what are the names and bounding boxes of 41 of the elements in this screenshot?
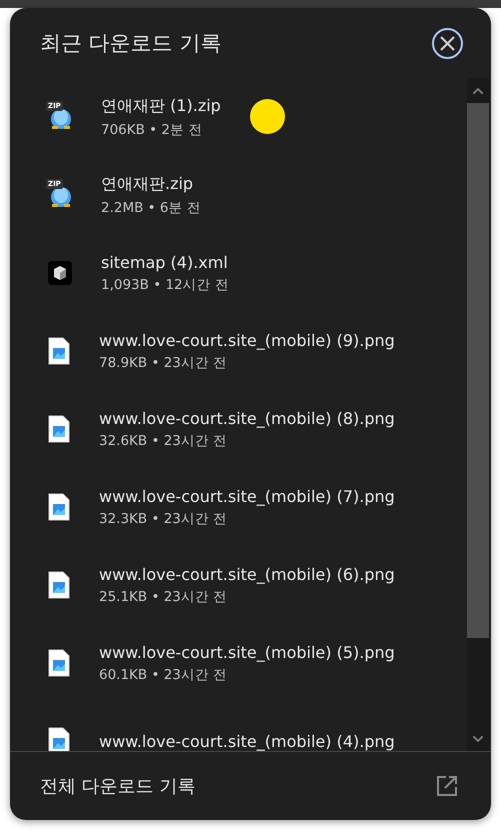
file-name: 연애재판 (1).zip [101,96,221,116]
scroll-thumb[interactable] [467,103,489,638]
download-item[interactable]: www.love-court.site_(mobile) (4).png [10,702,467,751]
download-item[interactable]: www.love-court.site_(mobile) (9).png 78.9KB • 23시간 전 [10,312,467,390]
file-name: www.love-court.site_(mobile) (5).png [99,642,395,662]
download-item[interactable]: www.love-court.site_(mobile) (6).png 25.1KB • 23시간 전 [10,546,467,624]
file-name: www.love-court.site_(mobile) (4).png [99,732,395,750]
image-file-icon [48,337,70,365]
close-icon[interactable] [438,34,457,52]
close-button[interactable] [432,28,463,58]
scrollbar[interactable] [467,78,489,751]
scroll-up-icon[interactable] [473,88,483,94]
image-file-icon [48,571,70,599]
image-file-icon [48,415,70,443]
file-name: www.love-court.site_(mobile) (8).png [99,408,395,428]
full-history-link[interactable]: 전체 다운로드 기록 [10,751,491,820]
file-details: 60.1KB • 23시간 전 [99,666,228,684]
file-details: 32.3KB • 23시간 전 [99,510,228,528]
file-details: 1,093B • 12시간 전 [101,276,229,294]
file-name: 연애재판.zip [101,174,194,194]
scroll-down-icon[interactable] [473,736,483,742]
file-details: 706KB • 2분 전 [101,120,204,138]
external-link-icon[interactable] [436,775,458,797]
file-name: www.love-court.site_(mobile) (9).png [99,330,395,350]
download-item[interactable]: www.love-court.site_(mobile) (5).png 60.1KB • 23시간 전 [10,624,467,702]
file-name: www.love-court.site_(mobile) (7).png [99,486,395,506]
file-name: www.love-court.site_(mobile) (6).png [99,564,395,584]
panel-title: 최근 다운로드 기록 [40,30,222,57]
file-details: 2.2MB • 6분 전 [101,198,201,216]
file-name: sitemap (4).xml [101,252,229,272]
download-item[interactable]: www.love-court.site_(mobile) (8).png 32.6KB • 23시간 전 [10,390,467,468]
image-file-icon [48,493,70,521]
image-file-icon [48,649,70,677]
file-details: 25.1KB • 23시간 전 [99,588,228,606]
download-item[interactable]: sitemap (4).xml 1,093B • 12시간 전 [10,234,467,312]
footer-label: 전체 다운로드 기록 [40,775,196,798]
download-item[interactable]: www.love-court.site_(mobile) (7).png 32.3KB • 23시간 전 [10,468,467,546]
image-file-icon [48,727,70,751]
file-details: 78.9KB • 23시간 전 [99,354,228,372]
file-details: 32.6KB • 23시간 전 [99,432,228,450]
cube-icon [48,261,72,285]
